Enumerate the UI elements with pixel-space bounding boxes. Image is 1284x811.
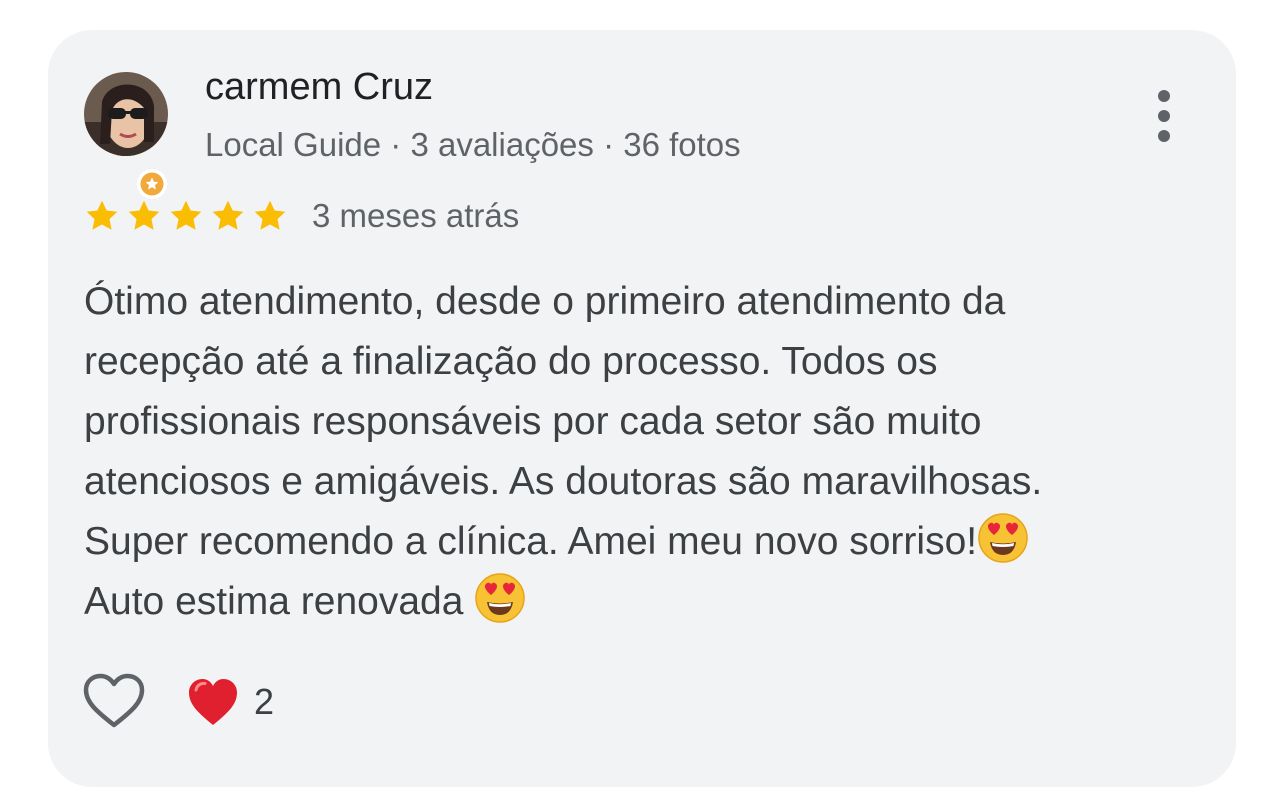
star-icon: [212, 200, 244, 230]
avatar[interactable]: [84, 72, 168, 199]
heart-eyes-emoji-icon: [475, 573, 525, 623]
reviewer-name[interactable]: carmem Cruz: [205, 66, 433, 109]
reviewer-meta: Local Guide · 3 avaliações · 36 fotos: [205, 126, 741, 163]
rating-row: 3 meses atrás: [84, 194, 519, 238]
review-line: Super recomendo a clínica. Amei meu novo…: [84, 520, 978, 563]
review-line: Auto estima renovada: [84, 580, 475, 623]
review-line-with-emoji: Super recomendo a clínica. Amei meu novo…: [84, 512, 1194, 572]
review-line-with-emoji: Auto estima renovada: [84, 572, 1194, 632]
review-card: carmem Cruz Local Guide · 3 avaliações ·…: [48, 30, 1236, 787]
reviewer-photo: [84, 72, 168, 156]
review-line: recepção até a finalização do processo. …: [84, 340, 938, 383]
heart-eyes-emoji-icon: [978, 513, 1028, 563]
star-icon: [254, 200, 286, 230]
red-heart-icon: [189, 679, 237, 725]
more-options-button[interactable]: [1146, 88, 1182, 144]
more-vert-icon: [1158, 90, 1170, 142]
star-icon: [170, 200, 202, 230]
heart-outline-icon: [83, 673, 145, 728]
like-button[interactable]: [82, 672, 146, 732]
reaction-count: 2: [254, 681, 275, 722]
review-line: Ótimo atendimento, desde o primeiro aten…: [84, 280, 1006, 323]
star-icon: [128, 200, 160, 230]
review-date: 3 meses atrás: [312, 197, 520, 234]
review-line: profissionais responsáveis por cada seto…: [84, 400, 982, 443]
review-line: atenciosos e amigáveis. As doutoras são …: [84, 460, 1043, 503]
reaction-summary[interactable]: 2: [186, 672, 274, 732]
review-text: Ótimo atendimento, desde o primeiro aten…: [84, 272, 1194, 632]
star-icon: [86, 200, 118, 230]
star-rating: [84, 198, 288, 234]
